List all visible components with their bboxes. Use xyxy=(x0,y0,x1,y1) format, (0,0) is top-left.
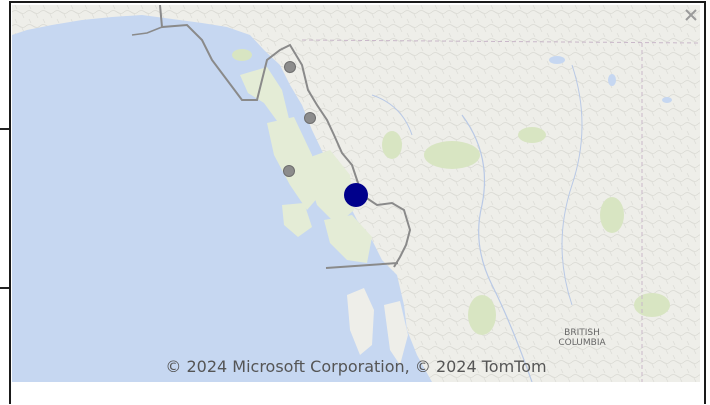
map-marker-secondary[interactable] xyxy=(284,61,296,73)
left-panel-edge xyxy=(0,0,9,405)
region-label-line2: COLUMBIA xyxy=(558,338,606,348)
map-marker-primary[interactable] xyxy=(344,183,368,207)
marker-layer xyxy=(283,61,368,207)
map-attribution: © 2024 Microsoft Corporation, © 2024 Tom… xyxy=(165,357,547,376)
panel-divider xyxy=(0,128,9,130)
map-marker-secondary[interactable] xyxy=(283,165,295,177)
close-icon[interactable] xyxy=(684,7,698,21)
region-label-line1: BRITISH xyxy=(564,328,600,338)
panel-divider xyxy=(0,287,9,289)
region-label: BRITISH COLUMBIA xyxy=(532,328,632,348)
visual-footer-area xyxy=(12,382,700,404)
map-canvas[interactable]: BRITISH COLUMBIA © 2024 Microsoft Corpor… xyxy=(12,5,700,382)
map-marker-secondary[interactable] xyxy=(304,112,316,124)
close-icon-glyph xyxy=(685,9,697,21)
